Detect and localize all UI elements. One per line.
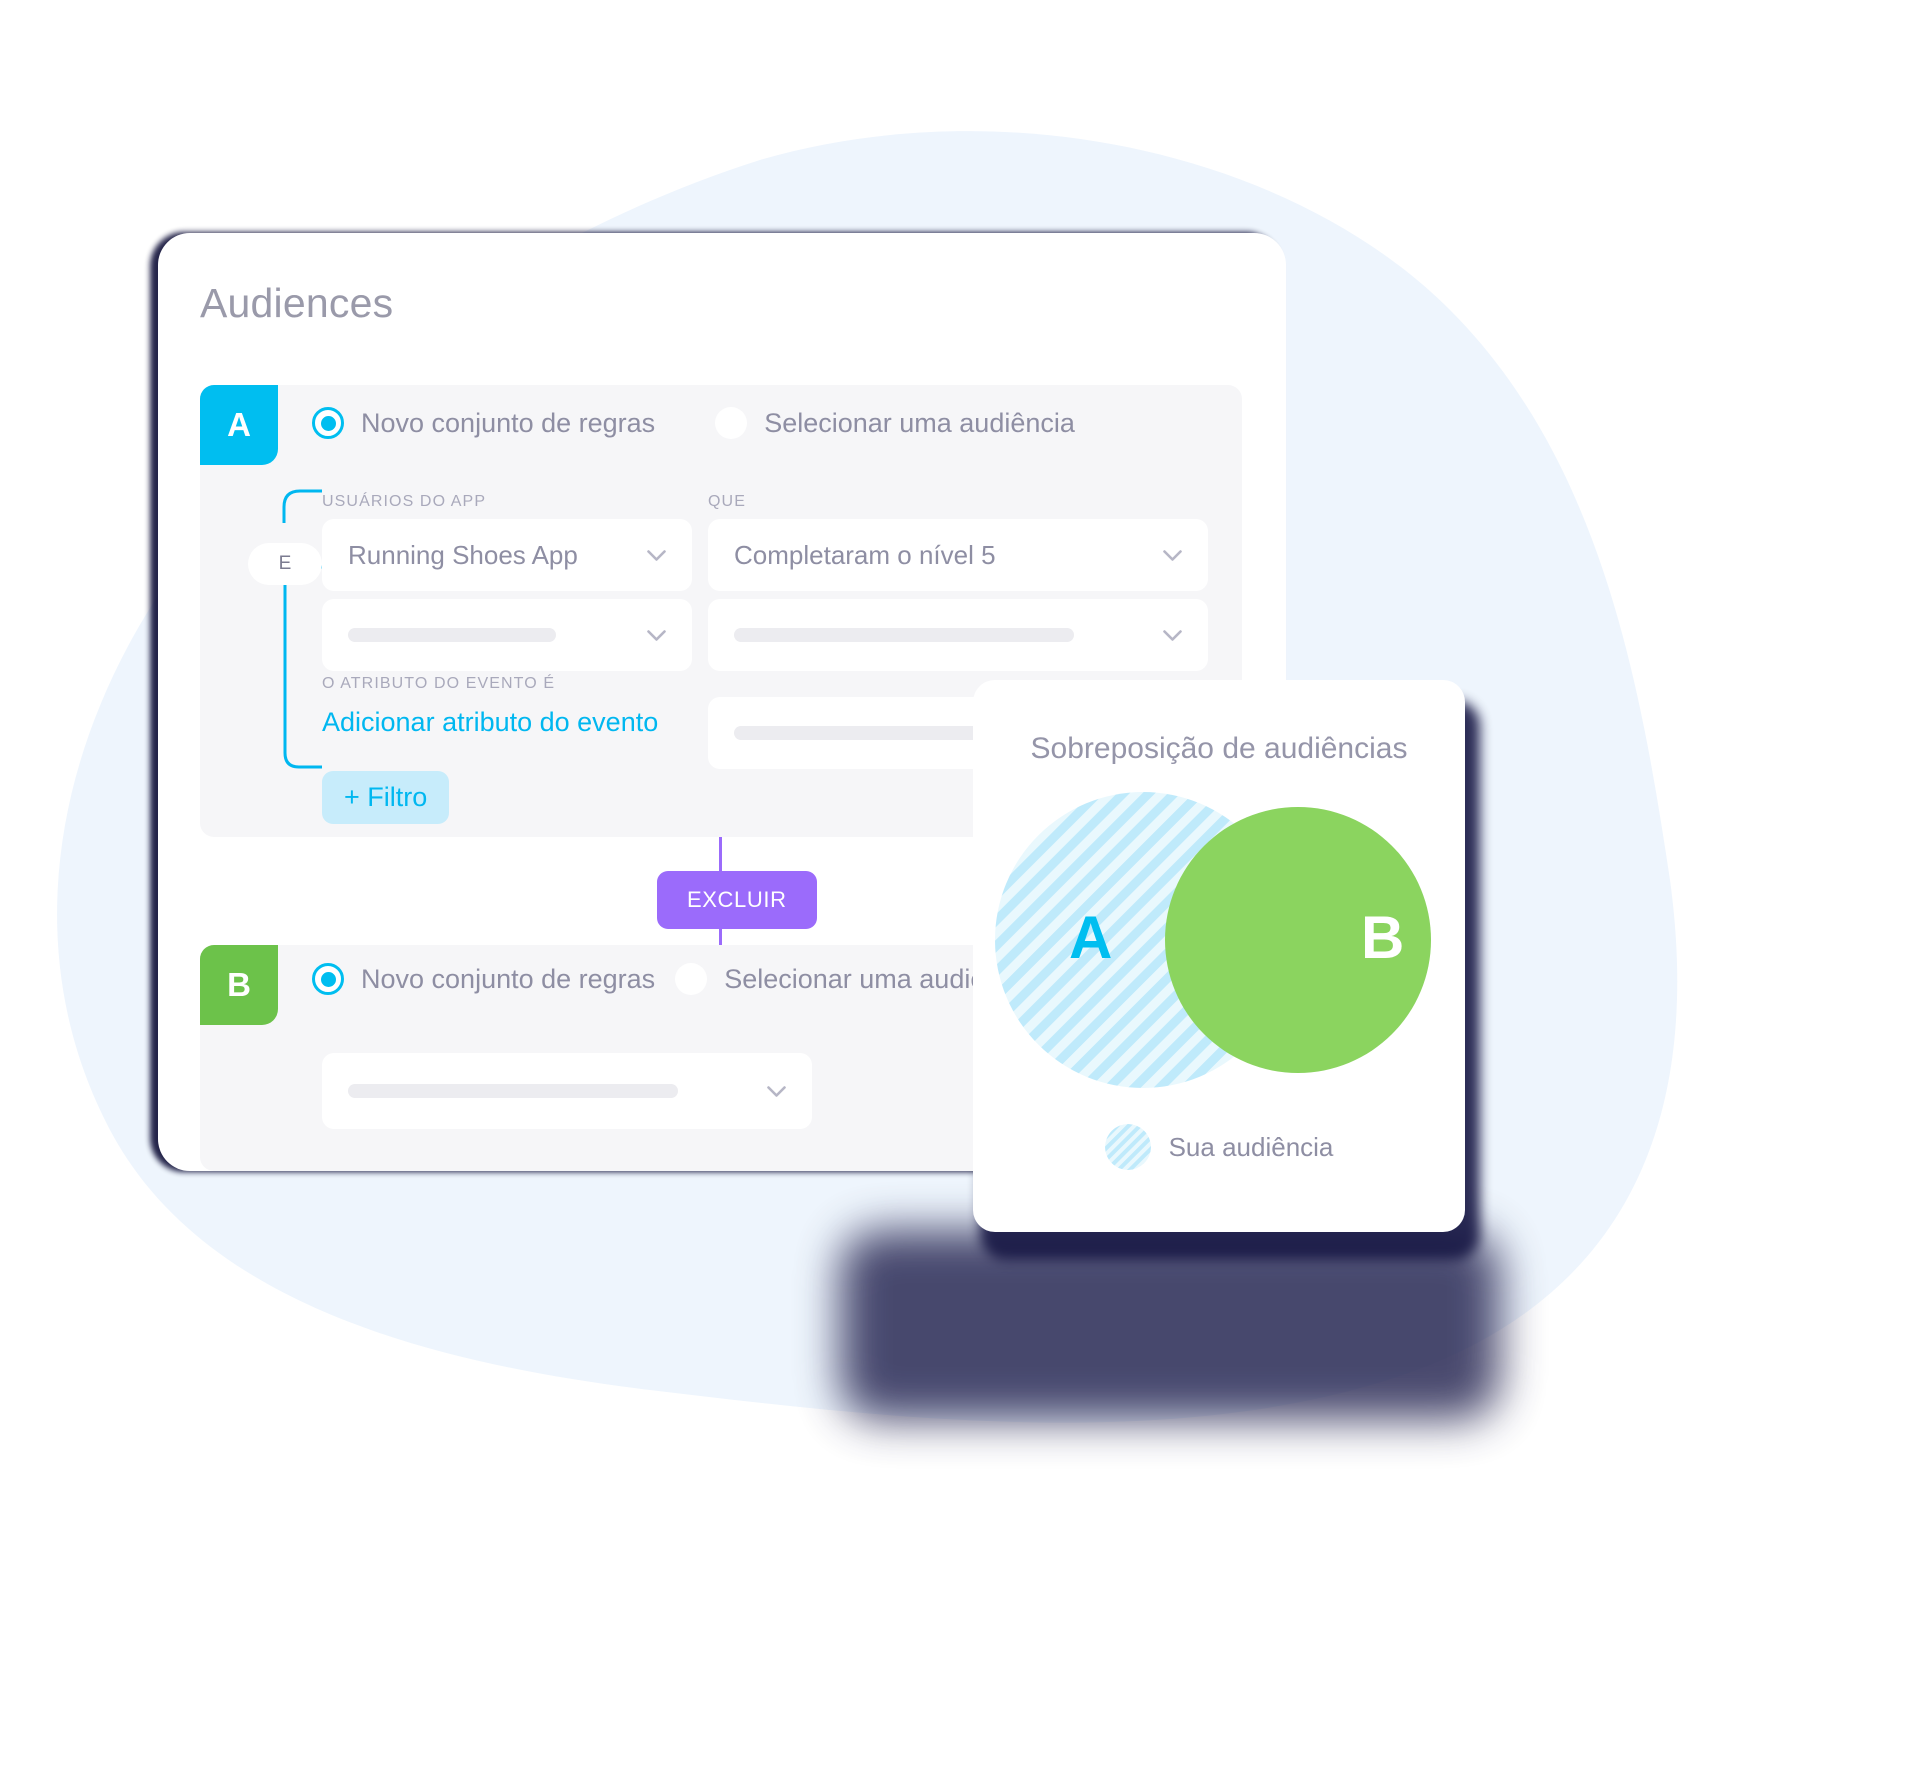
radio-select-audience-a[interactable]: Selecionar uma audiência — [715, 407, 1075, 439]
placeholder-bar — [734, 726, 984, 740]
audience-badge-a: A — [200, 385, 278, 465]
label-app-users: USUÁRIOS DO APP — [322, 493, 487, 510]
label-que: QUE — [708, 493, 746, 510]
venn-card-title: Sobreposição de audiências — [1030, 732, 1408, 765]
legend-label: Sua audiência — [1168, 1131, 1334, 1162]
audience-a-mode-radio-group: Novo conjunto de regras Selecionar uma a… — [312, 407, 1075, 439]
chevron-down-icon — [1163, 550, 1182, 561]
placeholder-bar — [348, 628, 556, 642]
connector-operator-pill[interactable]: E — [248, 543, 322, 585]
radio-selected-icon — [312, 407, 344, 439]
chevron-down-icon — [647, 630, 666, 641]
select-app[interactable]: Running Shoes App — [322, 519, 692, 591]
screenshot-root: Audiences A Novo conjunto de regras Sele… — [0, 0, 1920, 1784]
placeholder-bar — [734, 628, 1074, 642]
select-que-secondary[interactable] — [708, 599, 1208, 671]
exclude-button[interactable]: EXCLUIR — [657, 871, 817, 929]
label-event-attribute: O ATRIBUTO DO EVENTO É — [322, 675, 556, 692]
chevron-down-icon — [647, 550, 666, 561]
select-que-value: Completaram o nível 5 — [734, 539, 996, 570]
audience-badge-b: B — [200, 945, 278, 1025]
venn-legend: Sua audiência — [973, 1124, 1465, 1170]
chevron-down-icon — [767, 1086, 786, 1097]
radio-new-rule-set-a[interactable]: Novo conjunto de regras — [312, 407, 655, 439]
select-app-secondary[interactable] — [322, 599, 692, 671]
radio-new-rule-set-b[interactable]: Novo conjunto de regras — [312, 963, 655, 995]
audience-b-mode-radio-group: Novo conjunto de regras Selecionar uma a… — [312, 963, 1035, 995]
radio-label-select-audience-a: Selecionar uma audiência — [764, 407, 1075, 438]
select-app-value: Running Shoes App — [348, 539, 578, 570]
legend-swatch-striped-icon — [1104, 1124, 1151, 1170]
radio-label-new-rule-set-a: Novo conjunto de regras — [361, 407, 656, 438]
placeholder-bar — [348, 1084, 678, 1098]
venn-circle-a-label: A — [1069, 904, 1112, 971]
radio-unselected-icon — [715, 407, 748, 439]
select-audience-b[interactable] — [322, 1053, 812, 1129]
link-add-event-attribute[interactable]: Adicionar atributo do evento — [322, 707, 658, 738]
select-que[interactable]: Completaram o nível 5 — [708, 519, 1208, 591]
add-filter-chip[interactable]: + Filtro — [322, 771, 450, 824]
radio-selected-icon — [312, 963, 344, 995]
venn-diagram: A B — [995, 792, 1431, 1088]
chevron-down-icon — [1163, 630, 1182, 641]
radio-label-new-rule-set-b: Novo conjunto de regras — [361, 963, 656, 994]
radio-unselected-icon — [675, 963, 708, 995]
page-title: Audiences — [200, 280, 394, 326]
venn-circle-b-label: B — [1361, 904, 1404, 971]
audience-overlap-card: Sobreposição de audiências A B Sua audiê… — [973, 680, 1465, 1232]
